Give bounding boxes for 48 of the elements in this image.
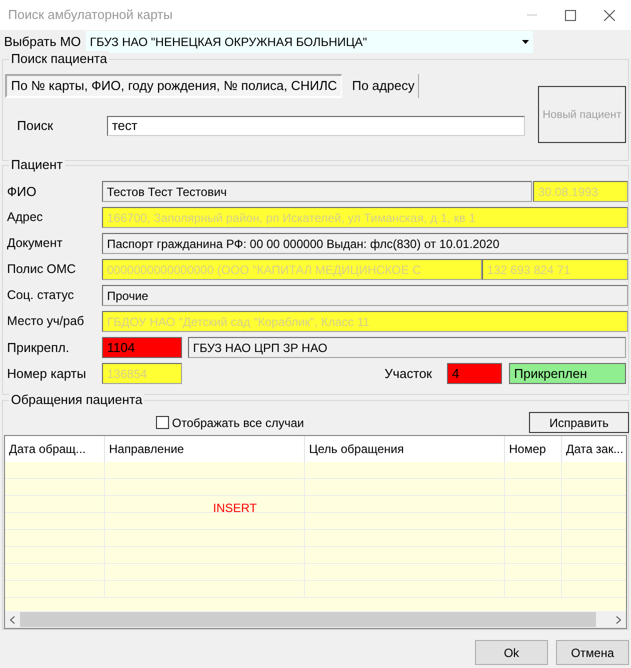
- field-value: 166700, Заполярный район, рп Искателей, ул Тиманская, д 1, кв 1: [102, 207, 628, 228]
- fix-button[interactable]: Исправить: [529, 412, 629, 433]
- column-header[interactable]: Дата зак...: [562, 436, 626, 462]
- mo-label: Выбрать МО: [3, 33, 82, 52]
- close-icon[interactable]: [604, 10, 615, 20]
- dropdown-arrow-icon: [522, 40, 529, 44]
- card-number-field: 136854: [102, 363, 182, 384]
- column-header[interactable]: Номер: [505, 436, 562, 462]
- mo-dropdown[interactable]: ГБУЗ НАО "НЕНЕЦКАЯ ОКРУЖНАЯ БОЛЬНИЦА": [86, 31, 533, 53]
- attach-code-field: 1104: [102, 337, 182, 358]
- window-title: Поиск амбулаторной карты: [8, 6, 173, 24]
- scroll-right-icon: [616, 616, 621, 624]
- search-tab[interactable]: По № карты, ФИО, году рождения, № полиса, СНИЛС: [5, 74, 342, 98]
- field-value: Паспорт гражданина РФ: 00 00 000000 Выдан: флс(830) от 10.01.2020: [102, 233, 628, 254]
- field-label: ФИО: [6, 182, 38, 201]
- search-tab[interactable]: По адресу: [348, 74, 420, 98]
- field-label: Соц. статус: [6, 287, 75, 304]
- empty-text: INSERT: [213, 500, 257, 517]
- field-label: Место уч/раб: [6, 313, 86, 330]
- search-label: Поиск: [17, 116, 54, 135]
- field-label: Адрес: [6, 209, 44, 226]
- field-value: 132 693 824 71: [482, 259, 628, 280]
- field-label: Участок: [384, 364, 432, 383]
- field-label: Полис ОМС: [6, 261, 77, 278]
- group-title: Обращения пациента: [9, 392, 144, 408]
- column-header[interactable]: Направление: [105, 436, 305, 462]
- group-title: Поиск пациента: [9, 51, 110, 67]
- field-value: ГБДОУ НАО "Детский сад "Кораблик", Класс 11: [102, 311, 628, 332]
- horizontal-scrollbar[interactable]: [5, 611, 626, 628]
- search-field[interactable]: тест: [107, 116, 525, 136]
- group-title: Пациент: [9, 157, 65, 173]
- fio-field: Тестов Тест Тестович: [102, 181, 532, 202]
- show-all-checkbox[interactable]: Отображать все случаи: [156, 414, 304, 432]
- column-header[interactable]: Цель обращения: [305, 436, 505, 462]
- attach-name-field: ГБУЗ НАО ЦРП ЗР НАО: [188, 337, 626, 358]
- field-value: Прочие: [102, 285, 628, 306]
- district-field: 4: [447, 363, 502, 384]
- field-label: Номер карты: [6, 364, 88, 383]
- field-label: Прикрепл.: [6, 338, 70, 357]
- dialog-button[interactable]: Отмена: [556, 640, 629, 665]
- scroll-left-icon: [10, 616, 15, 624]
- attach-status-field: Прикреплен: [509, 363, 626, 384]
- field-value: 0000000000000000 (ООО "КАПИТАЛ МЕДИЦИНСКОЕ С: [102, 259, 482, 280]
- field-label: Документ: [6, 235, 64, 252]
- birth-date-field: 30.08.1993: [533, 181, 628, 202]
- column-header[interactable]: Дата обращ...: [5, 436, 105, 462]
- dialog-button[interactable]: Ok: [475, 640, 548, 665]
- maximize-icon[interactable]: [565, 10, 576, 20]
